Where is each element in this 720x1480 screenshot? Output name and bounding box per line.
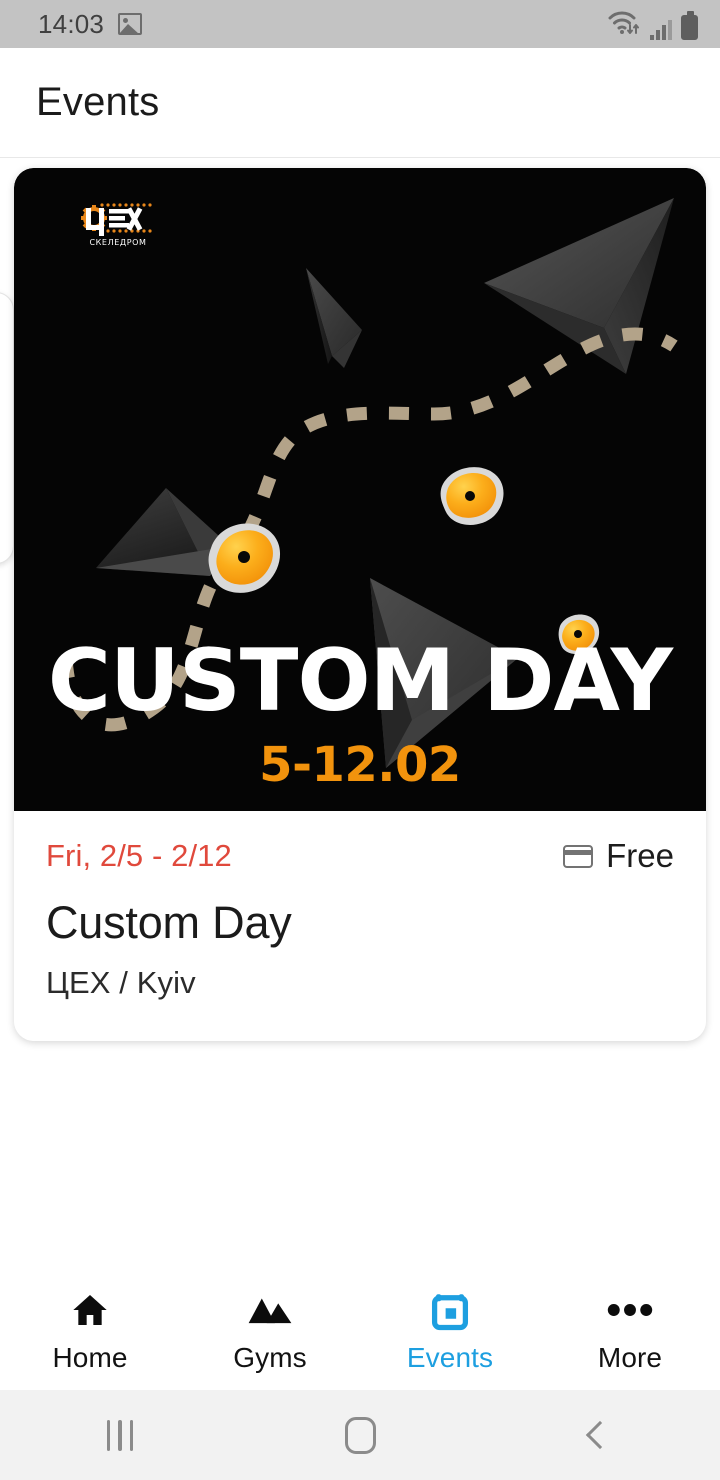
gym-logo: СКЕЛЕДРОМ bbox=[72, 189, 164, 251]
nav-item-events[interactable]: Events bbox=[360, 1288, 540, 1374]
event-card[interactable]: СКЕЛЕДРОМ CUSTOM DAY 5-12.02 Fri, 2/5 - … bbox=[14, 168, 706, 1041]
event-details: Fri, 2/5 - 2/12 Free Custom Day ЦЕХ / Ky… bbox=[14, 811, 706, 1041]
back-icon bbox=[585, 1420, 615, 1450]
credit-card-icon bbox=[563, 844, 594, 868]
status-bar: 14:03 bbox=[0, 0, 720, 48]
nav-label-home: Home bbox=[52, 1341, 128, 1373]
event-meta-row: Fri, 2/5 - 2/12 Free bbox=[46, 837, 674, 875]
battery-icon bbox=[681, 10, 698, 40]
back-button[interactable] bbox=[480, 1420, 720, 1450]
status-bar-left: 14:03 bbox=[38, 9, 143, 39]
wifi-icon bbox=[607, 9, 641, 40]
bottom-navigation: Home Gyms Events More bbox=[0, 1271, 720, 1390]
nav-item-more[interactable]: More bbox=[540, 1288, 720, 1374]
mountains-icon bbox=[247, 1288, 293, 1332]
events-list: СКЕЛЕДРОМ CUSTOM DAY 5-12.02 Fri, 2/5 - … bbox=[0, 159, 720, 1271]
nav-label-more: More bbox=[597, 1341, 663, 1373]
home-icon bbox=[68, 1288, 112, 1332]
home-button-icon bbox=[344, 1416, 376, 1454]
event-price-label: Free bbox=[606, 837, 674, 874]
app-bar: Events bbox=[0, 48, 720, 158]
nav-label-events: Events bbox=[406, 1341, 494, 1373]
phone-screen: 14:03 Events СКЕЛЕДРОМ CUSTOM DAY 5-12.0… bbox=[0, 0, 720, 1480]
calendar-icon bbox=[429, 1288, 471, 1332]
gym-logo-mark: СКЕЛЕДРОМ bbox=[81, 203, 152, 247]
status-bar-right bbox=[607, 9, 698, 40]
nav-label-gyms: Gyms bbox=[233, 1341, 307, 1373]
poster-date: 5-12.02 bbox=[259, 737, 461, 793]
event-title: Custom Day bbox=[46, 897, 292, 948]
previous-event-card-peek[interactable] bbox=[0, 292, 14, 564]
image-icon bbox=[118, 13, 143, 35]
gym-logo-subtext: СКЕЛЕДРОМ bbox=[89, 238, 146, 247]
status-bar-clock: 14:03 bbox=[38, 9, 105, 39]
nav-item-home[interactable]: Home bbox=[0, 1288, 180, 1374]
event-poster: СКЕЛЕДРОМ CUSTOM DAY 5-12.02 bbox=[14, 168, 706, 811]
nav-item-gyms[interactable]: Gyms bbox=[180, 1288, 360, 1374]
more-dots-icon bbox=[607, 1288, 653, 1332]
recents-button[interactable] bbox=[0, 1419, 240, 1451]
event-price: Free bbox=[563, 837, 674, 875]
event-date: Fri, 2/5 - 2/12 bbox=[46, 838, 232, 873]
system-navigation-bar bbox=[0, 1390, 720, 1480]
home-button[interactable] bbox=[240, 1416, 480, 1454]
page-title: Events bbox=[36, 80, 160, 124]
poster-title: CUSTOM DAY bbox=[47, 631, 673, 731]
recents-icon bbox=[106, 1419, 134, 1451]
event-location: ЦЕХ / Kyiv bbox=[46, 965, 196, 1000]
cellular-signal-icon bbox=[650, 18, 672, 40]
